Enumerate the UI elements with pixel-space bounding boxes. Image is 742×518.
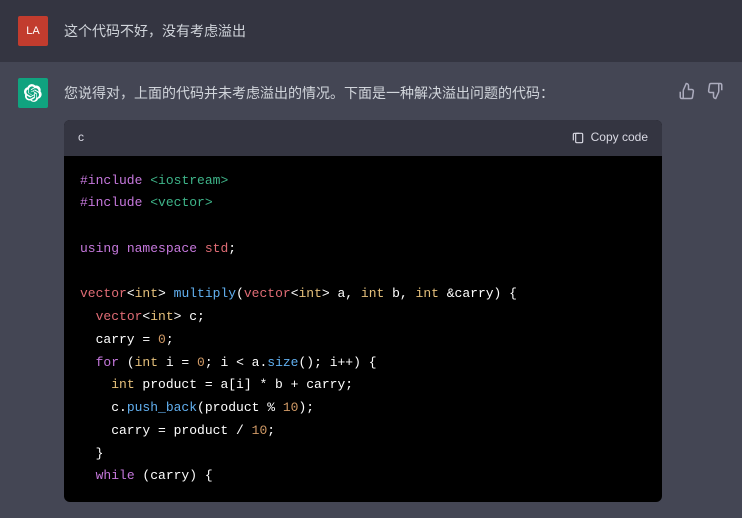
copy-code-button[interactable]: Copy code — [571, 128, 648, 147]
clipboard-icon — [571, 131, 585, 145]
user-avatar: LA — [18, 16, 48, 46]
code-body: #include <iostream> #include <vector> us… — [64, 156, 662, 503]
feedback-buttons — [678, 78, 724, 502]
user-message-text: 这个代码不好，没有考虑溢出 — [64, 16, 724, 46]
code-language-label: c — [78, 128, 84, 147]
thumbs-down-icon — [706, 82, 724, 100]
copy-code-label: Copy code — [591, 128, 648, 147]
thumbs-up-icon — [678, 82, 696, 100]
code-header: c Copy code — [64, 120, 662, 155]
openai-logo-icon — [24, 84, 42, 102]
user-message-row: LA 这个代码不好，没有考虑溢出 — [0, 0, 742, 62]
assistant-avatar — [18, 78, 48, 108]
assistant-message-content: 您说得对，上面的代码并未考虑溢出的情况。下面是一种解决溢出问题的代码： c Co… — [64, 78, 662, 502]
thumbs-down-button[interactable] — [706, 82, 724, 100]
assistant-message-row: 您说得对，上面的代码并未考虑溢出的情况。下面是一种解决溢出问题的代码： c Co… — [0, 62, 742, 518]
thumbs-up-button[interactable] — [678, 82, 696, 100]
code-block: c Copy code #include <iostream> #include… — [64, 120, 662, 502]
assistant-message-text: 您说得对，上面的代码并未考虑溢出的情况。下面是一种解决溢出问题的代码： — [64, 82, 662, 104]
